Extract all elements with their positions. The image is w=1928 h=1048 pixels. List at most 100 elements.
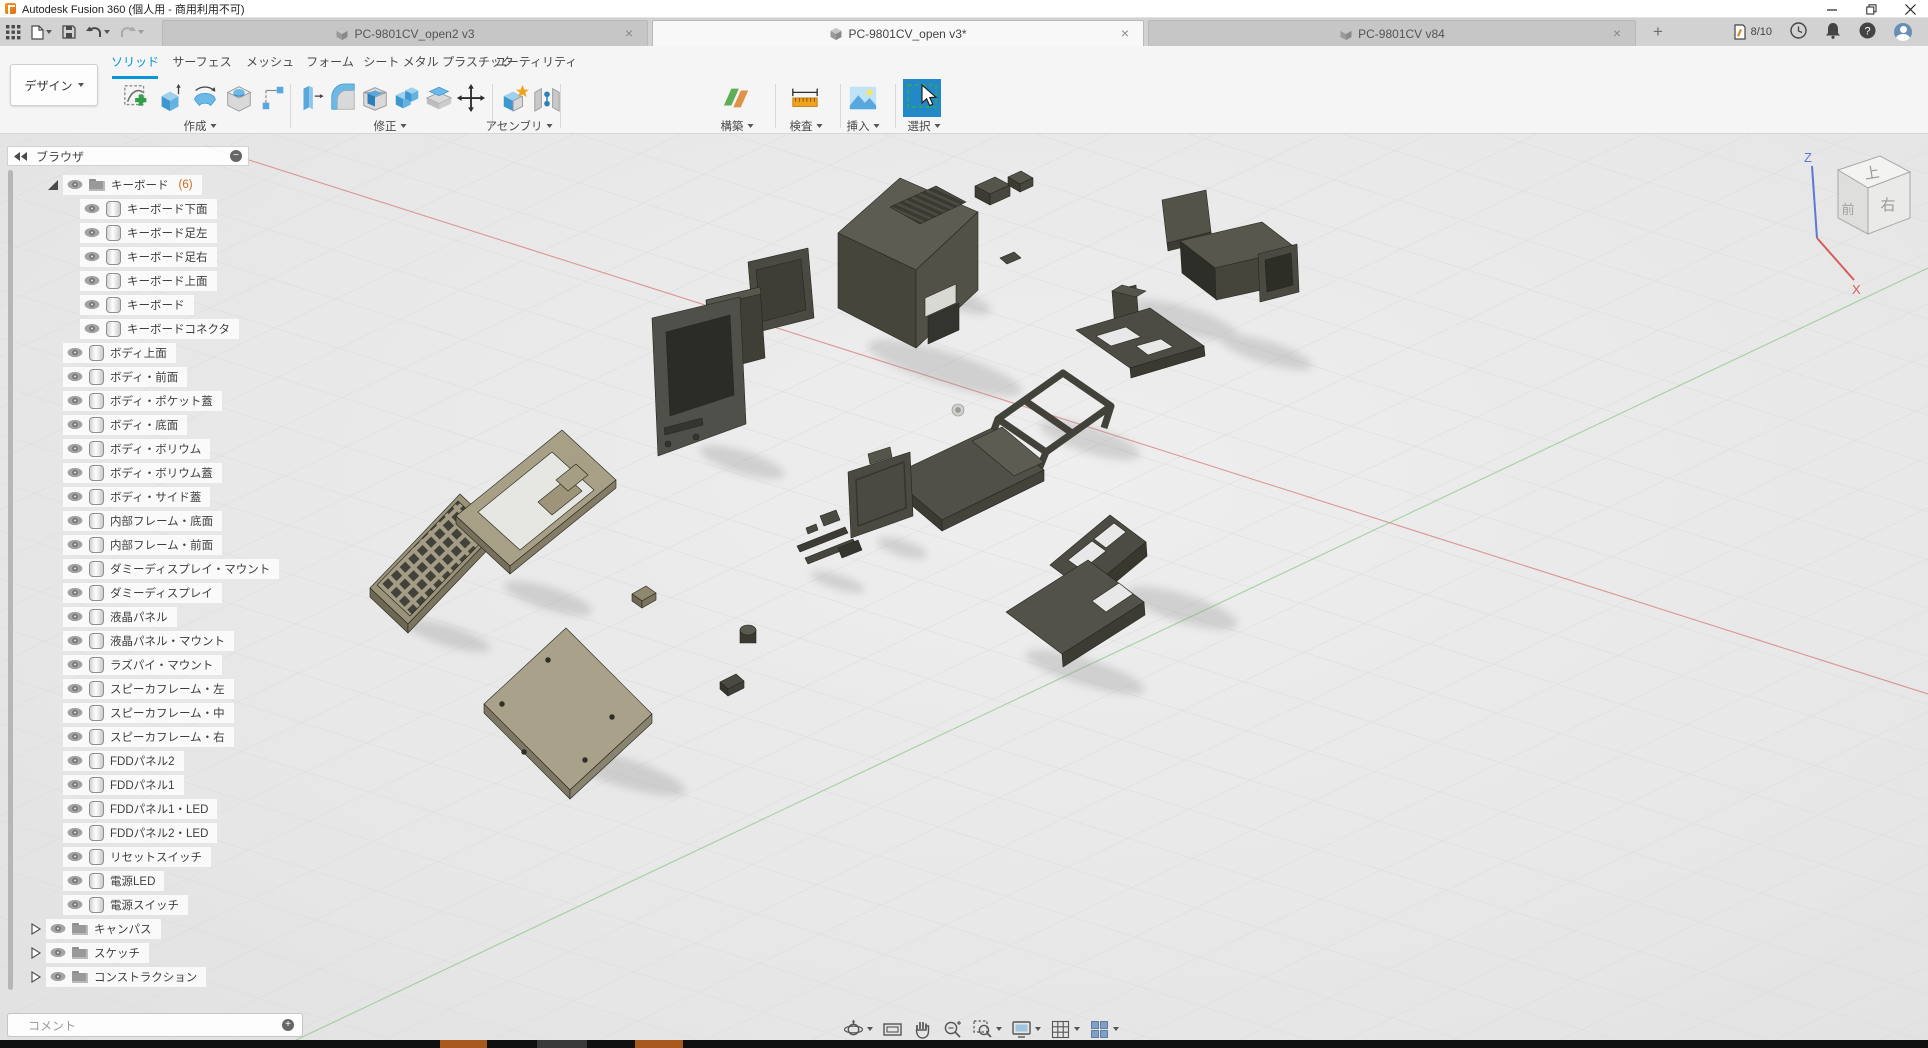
split-body-icon[interactable] <box>424 82 454 114</box>
workspace-selector[interactable]: デザイン <box>10 64 98 106</box>
visibility-eye-icon[interactable] <box>67 611 83 622</box>
orbit-icon[interactable] <box>843 1019 873 1040</box>
create-sketch-icon[interactable] <box>122 82 152 114</box>
browser-item[interactable]: キーボード足右 <box>64 246 217 267</box>
taskbar[interactable] <box>0 1040 1928 1048</box>
browser-item[interactable]: 電源スイッチ <box>47 894 188 915</box>
visibility-eye-icon[interactable] <box>67 851 83 862</box>
window-zoom-icon[interactable] <box>972 1019 1002 1040</box>
display-settings-icon[interactable] <box>1011 1019 1041 1040</box>
collapse-panel-icon[interactable] <box>14 152 28 161</box>
zoom-icon[interactable] <box>942 1019 963 1040</box>
view-cube[interactable]: Z X 上 前 右 <box>1790 142 1928 302</box>
add-comment-icon[interactable]: + <box>282 1019 294 1031</box>
document-tab[interactable]: PC-9801CV_open v3*× <box>652 20 1144 46</box>
joint-icon[interactable] <box>532 82 562 114</box>
revolve-icon[interactable] <box>190 82 220 114</box>
browser-options-icon[interactable]: − <box>230 150 242 162</box>
taskbar-app-segment[interactable] <box>635 1040 683 1048</box>
visibility-eye-icon[interactable] <box>84 323 100 334</box>
ribbon-group-label[interactable]: 選択 <box>908 118 941 134</box>
browser-item[interactable]: FDDパネル2・LED <box>47 822 217 843</box>
fillet-icon[interactable] <box>328 82 358 114</box>
notifications-bell-icon[interactable] <box>1825 22 1841 42</box>
visibility-eye-icon[interactable] <box>67 707 83 718</box>
browser-item[interactable]: コンストラクション <box>30 966 206 987</box>
visibility-eye-icon[interactable] <box>84 203 100 214</box>
visibility-eye-icon[interactable] <box>67 347 83 358</box>
close-button[interactable] <box>1905 4 1916 15</box>
visibility-eye-icon[interactable] <box>50 923 66 934</box>
move-icon[interactable] <box>456 82 486 114</box>
browser-item[interactable]: 内部フレーム・前面 <box>47 534 222 555</box>
visibility-eye-icon[interactable] <box>67 515 83 526</box>
browser-item[interactable]: 液晶パネル <box>47 606 177 627</box>
ribbon-group-label[interactable]: 構築 <box>721 118 754 134</box>
ribbon-group-label[interactable]: 修正 <box>374 118 407 134</box>
browser-item[interactable]: キャンパス <box>30 918 161 939</box>
browser-item[interactable]: キーボード下面 <box>64 198 217 219</box>
visibility-eye-icon[interactable] <box>67 539 83 550</box>
visibility-eye-icon[interactable] <box>67 395 83 406</box>
visibility-eye-icon[interactable] <box>67 803 83 814</box>
look-at-icon[interactable] <box>882 1019 903 1040</box>
browser-item[interactable]: キーボードコネクタ <box>64 318 239 339</box>
browser-item[interactable]: ボディ・ボリウム <box>47 438 210 459</box>
visibility-eye-icon[interactable] <box>67 563 83 574</box>
ribbon-tab-2[interactable]: サーフェス <box>172 53 231 70</box>
measure-icon[interactable] <box>790 82 820 114</box>
visibility-eye-icon[interactable] <box>84 299 100 310</box>
tab-close-icon[interactable]: × <box>1117 25 1133 41</box>
browser-item[interactable]: キーボード上面 <box>64 270 217 291</box>
visibility-eye-icon[interactable] <box>67 419 83 430</box>
browser-item[interactable]: スピーカフレーム・左 <box>47 678 234 699</box>
new-tab-button[interactable]: + <box>1648 22 1668 42</box>
redo-button[interactable] <box>120 26 144 39</box>
visibility-eye-icon[interactable] <box>84 251 100 262</box>
visibility-eye-icon[interactable] <box>67 779 83 790</box>
file-menu-button[interactable] <box>31 25 52 40</box>
ribbon-group-label[interactable]: 検査 <box>790 118 823 134</box>
browser-item[interactable]: キーボード(6) <box>47 174 202 195</box>
browser-item[interactable]: ボディ・底面 <box>47 414 187 435</box>
minimize-button[interactable] <box>1827 4 1838 15</box>
viewport-canvas[interactable] <box>0 134 1928 1040</box>
ribbon-tab-4[interactable]: フォーム <box>306 53 354 70</box>
browser-item[interactable]: ダミーディスプレイ <box>47 582 222 603</box>
expander-icon[interactable] <box>47 179 61 191</box>
grid-toggle-icon[interactable] <box>1050 1019 1080 1040</box>
hole-icon[interactable] <box>224 82 254 114</box>
save-button[interactable] <box>62 25 76 39</box>
visibility-eye-icon[interactable] <box>67 683 83 694</box>
document-tab[interactable]: PC-9801CV v84× <box>1148 20 1636 46</box>
browser-panel-header[interactable]: ブラウザ − <box>7 146 249 166</box>
extrude-icon[interactable] <box>156 82 186 114</box>
construction-plane-icon[interactable] <box>722 82 752 114</box>
app-grid-icon[interactable] <box>6 25 21 40</box>
new-component-icon[interactable] <box>500 82 530 114</box>
browser-item[interactable]: ボディ・ポケット蓋 <box>47 390 222 411</box>
ribbon-tab-5[interactable]: シート メタル <box>363 53 438 70</box>
document-tab[interactable]: PC-9801CV_open2 v3× <box>162 20 648 46</box>
visibility-eye-icon[interactable] <box>67 635 83 646</box>
browser-scrollbar[interactable] <box>8 170 13 990</box>
help-icon[interactable]: ? <box>1859 22 1876 42</box>
visibility-eye-icon[interactable] <box>67 731 83 742</box>
visibility-eye-icon[interactable] <box>67 443 83 454</box>
viewports-icon[interactable] <box>1089 1019 1119 1040</box>
browser-item[interactable]: ボディ・サイド蓋 <box>47 486 210 507</box>
visibility-eye-icon[interactable] <box>67 899 83 910</box>
browser-item[interactable]: リセットスイッチ <box>47 846 211 867</box>
browser-item[interactable]: ラズパイ・マウント <box>47 654 222 675</box>
pan-icon[interactable] <box>912 1019 933 1040</box>
ribbon-group-label[interactable]: 挿入 <box>847 118 880 134</box>
browser-item[interactable]: ボディ・前面 <box>47 366 187 387</box>
browser-item[interactable]: 電源LED <box>47 870 164 891</box>
browser-item[interactable]: ボディ・ボリウム蓋 <box>47 462 222 483</box>
browser-item[interactable]: ダミーディスプレイ・マウント <box>47 558 279 579</box>
insert-canvas-icon[interactable] <box>848 82 878 114</box>
visibility-eye-icon[interactable] <box>50 971 66 982</box>
visibility-eye-icon[interactable] <box>84 227 100 238</box>
visibility-eye-icon[interactable] <box>67 755 83 766</box>
visibility-eye-icon[interactable] <box>67 659 83 670</box>
